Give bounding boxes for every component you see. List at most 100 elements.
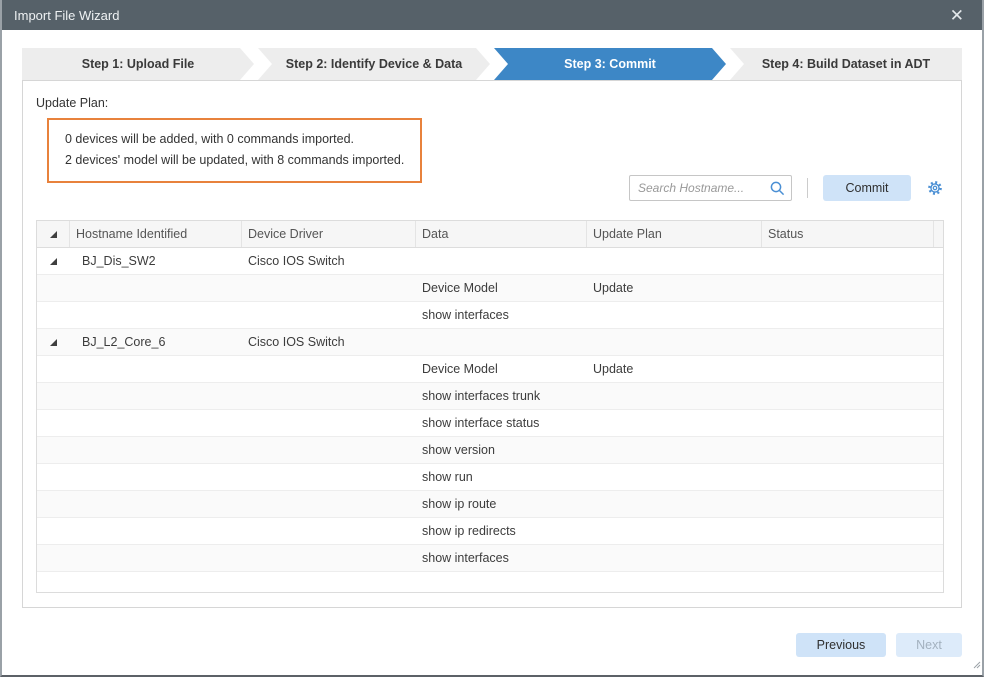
resize-grip-icon[interactable] xyxy=(971,656,981,674)
table-header: Hostname Identified Device Driver Data U… xyxy=(37,221,943,248)
table-row[interactable]: Device ModelUpdate xyxy=(37,356,943,383)
data-cell xyxy=(416,329,587,355)
table-row[interactable]: show version xyxy=(37,437,943,464)
update-plan-cell xyxy=(587,518,762,544)
filler-cell xyxy=(934,248,943,274)
commit-button[interactable]: Commit xyxy=(823,175,911,201)
next-button[interactable]: Next xyxy=(896,633,962,657)
filler-cell xyxy=(934,356,943,382)
update-plan-cell xyxy=(587,545,762,571)
data-cell: Device Model xyxy=(416,356,587,382)
step-1-upload-file[interactable]: Step 1: Upload File xyxy=(22,48,254,80)
filler-cell xyxy=(934,464,943,490)
table-row[interactable]: Device ModelUpdate xyxy=(37,275,943,302)
table-row[interactable]: show run xyxy=(37,464,943,491)
step-4-build-dataset[interactable]: Step 4: Build Dataset in ADT xyxy=(730,48,962,80)
status-cell xyxy=(762,329,934,355)
column-header-hostname[interactable]: Hostname Identified xyxy=(70,221,242,247)
table-row[interactable]: show interface status xyxy=(37,410,943,437)
column-header-status[interactable]: Status xyxy=(762,221,934,247)
row-expander-cell xyxy=(37,491,70,517)
update-plan-cell xyxy=(587,491,762,517)
hostname-cell: BJ_L2_Core_6 xyxy=(70,329,242,355)
update-plan-cell xyxy=(587,302,762,328)
row-expander-cell xyxy=(37,437,70,463)
status-cell xyxy=(762,275,934,301)
filler-cell xyxy=(934,491,943,517)
filler-cell xyxy=(934,545,943,571)
table-row[interactable]: show ip route xyxy=(37,491,943,518)
table-row[interactable]: show ip redirects xyxy=(37,518,943,545)
table-row[interactable]: BJ_Dis_SW2Cisco IOS Switch xyxy=(37,248,943,275)
hostname-cell: BJ_Dis_SW2 xyxy=(70,248,242,274)
toolbar-divider xyxy=(807,178,808,198)
data-cell: show run xyxy=(416,464,587,490)
step-3-commit[interactable]: Step 3: Commit xyxy=(494,48,726,80)
status-cell xyxy=(762,518,934,544)
filler-cell xyxy=(934,410,943,436)
data-cell: show interfaces trunk xyxy=(416,383,587,409)
row-expander-cell xyxy=(37,302,70,328)
filler-cell xyxy=(934,302,943,328)
column-header-filler xyxy=(934,221,943,247)
search-input[interactable] xyxy=(638,181,769,195)
gear-icon[interactable] xyxy=(926,179,944,197)
column-header-device-driver[interactable]: Device Driver xyxy=(242,221,416,247)
hostname-cell xyxy=(70,356,242,382)
update-plan-cell xyxy=(587,410,762,436)
device-driver-cell xyxy=(242,302,416,328)
update-plan-label: Update Plan: xyxy=(36,96,961,110)
row-expander-cell xyxy=(37,410,70,436)
previous-button[interactable]: Previous xyxy=(796,633,886,657)
step-label: Step 4: Build Dataset in ADT xyxy=(762,57,930,71)
status-cell xyxy=(762,437,934,463)
device-driver-cell xyxy=(242,518,416,544)
collapse-all-cell[interactable] xyxy=(37,221,70,247)
hostname-cell xyxy=(70,275,242,301)
hostname-cell xyxy=(70,383,242,409)
device-driver-cell: Cisco IOS Switch xyxy=(242,329,416,355)
plan-summary-line: 0 devices will be added, with 0 commands… xyxy=(65,129,404,150)
filler-cell xyxy=(934,437,943,463)
table-row[interactable]: show interfaces xyxy=(37,302,943,329)
table-row[interactable]: BJ_L2_Core_6Cisco IOS Switch xyxy=(37,329,943,356)
row-expander-cell[interactable] xyxy=(37,329,70,355)
status-cell xyxy=(762,464,934,490)
magnifier-icon[interactable] xyxy=(769,180,786,197)
step-label: Step 1: Upload File xyxy=(82,57,195,71)
device-driver-cell xyxy=(242,275,416,301)
data-cell: show interfaces xyxy=(416,302,587,328)
status-cell xyxy=(762,410,934,436)
commit-panel: Update Plan: 0 devices will be added, wi… xyxy=(22,80,962,608)
row-expander-cell xyxy=(37,356,70,382)
title-bar: Import File Wizard ✕ xyxy=(2,0,982,30)
import-file-wizard-dialog: Import File Wizard ✕ Step 1: Upload File… xyxy=(0,0,984,677)
data-cell: show ip redirects xyxy=(416,518,587,544)
table-row[interactable]: show interfaces trunk xyxy=(37,383,943,410)
close-icon[interactable]: ✕ xyxy=(944,5,970,26)
hostname-cell xyxy=(70,437,242,463)
status-cell xyxy=(762,383,934,409)
column-header-data[interactable]: Data xyxy=(416,221,587,247)
step-label: Step 3: Commit xyxy=(564,57,656,71)
data-cell xyxy=(416,248,587,274)
triangle-expander-icon[interactable] xyxy=(49,230,58,239)
table-body: BJ_Dis_SW2Cisco IOS SwitchDevice ModelUp… xyxy=(37,248,943,572)
triangle-expander-icon[interactable] xyxy=(49,257,58,266)
dialog-title: Import File Wizard xyxy=(14,8,119,23)
column-header-update-plan[interactable]: Update Plan xyxy=(587,221,762,247)
data-cell: Device Model xyxy=(416,275,587,301)
step-label: Step 2: Identify Device & Data xyxy=(286,57,462,71)
update-plan-cell xyxy=(587,464,762,490)
row-expander-cell xyxy=(37,275,70,301)
device-driver-cell xyxy=(242,410,416,436)
hostname-cell xyxy=(70,545,242,571)
step-2-identify-device-data[interactable]: Step 2: Identify Device & Data xyxy=(258,48,490,80)
row-expander-cell[interactable] xyxy=(37,248,70,274)
import-results-table: Hostname Identified Device Driver Data U… xyxy=(36,220,944,593)
data-cell: show interfaces xyxy=(416,545,587,571)
table-row[interactable]: show interfaces xyxy=(37,545,943,572)
update-plan-cell: Update xyxy=(587,356,762,382)
data-cell: show version xyxy=(416,437,587,463)
triangle-expander-icon[interactable] xyxy=(49,338,58,347)
